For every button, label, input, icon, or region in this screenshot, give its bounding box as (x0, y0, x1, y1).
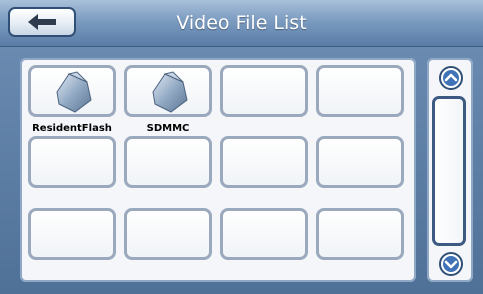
title-bar: Video File List (0, 0, 483, 47)
scroll-down-button[interactable] (439, 252, 463, 276)
back-button[interactable] (8, 7, 76, 37)
empty-tile[interactable] (28, 136, 116, 188)
empty-tile[interactable] (316, 208, 404, 260)
storage-folder-icon (56, 71, 92, 113)
empty-tile[interactable] (316, 65, 404, 117)
empty-tile[interactable] (220, 136, 308, 188)
scroll-track[interactable] (432, 96, 466, 246)
empty-tile[interactable] (220, 208, 308, 260)
storage-folder-icon (152, 71, 188, 113)
file-grid-panel: ResidentFlash SDMMC (20, 58, 416, 282)
scrollbar (427, 58, 473, 282)
storage-tile-residentflash[interactable] (28, 65, 116, 117)
tile-label-sdmmc: SDMMC (146, 123, 190, 134)
arrow-left-icon (28, 14, 56, 30)
storage-tile-sdmmc[interactable] (124, 65, 212, 117)
scroll-up-button[interactable] (439, 66, 463, 90)
tile-label-residentflash: ResidentFlash (32, 123, 112, 134)
empty-tile[interactable] (28, 208, 116, 260)
empty-tile[interactable] (220, 65, 308, 117)
empty-tile[interactable] (124, 208, 212, 260)
empty-tile[interactable] (124, 136, 212, 188)
empty-tile[interactable] (316, 136, 404, 188)
